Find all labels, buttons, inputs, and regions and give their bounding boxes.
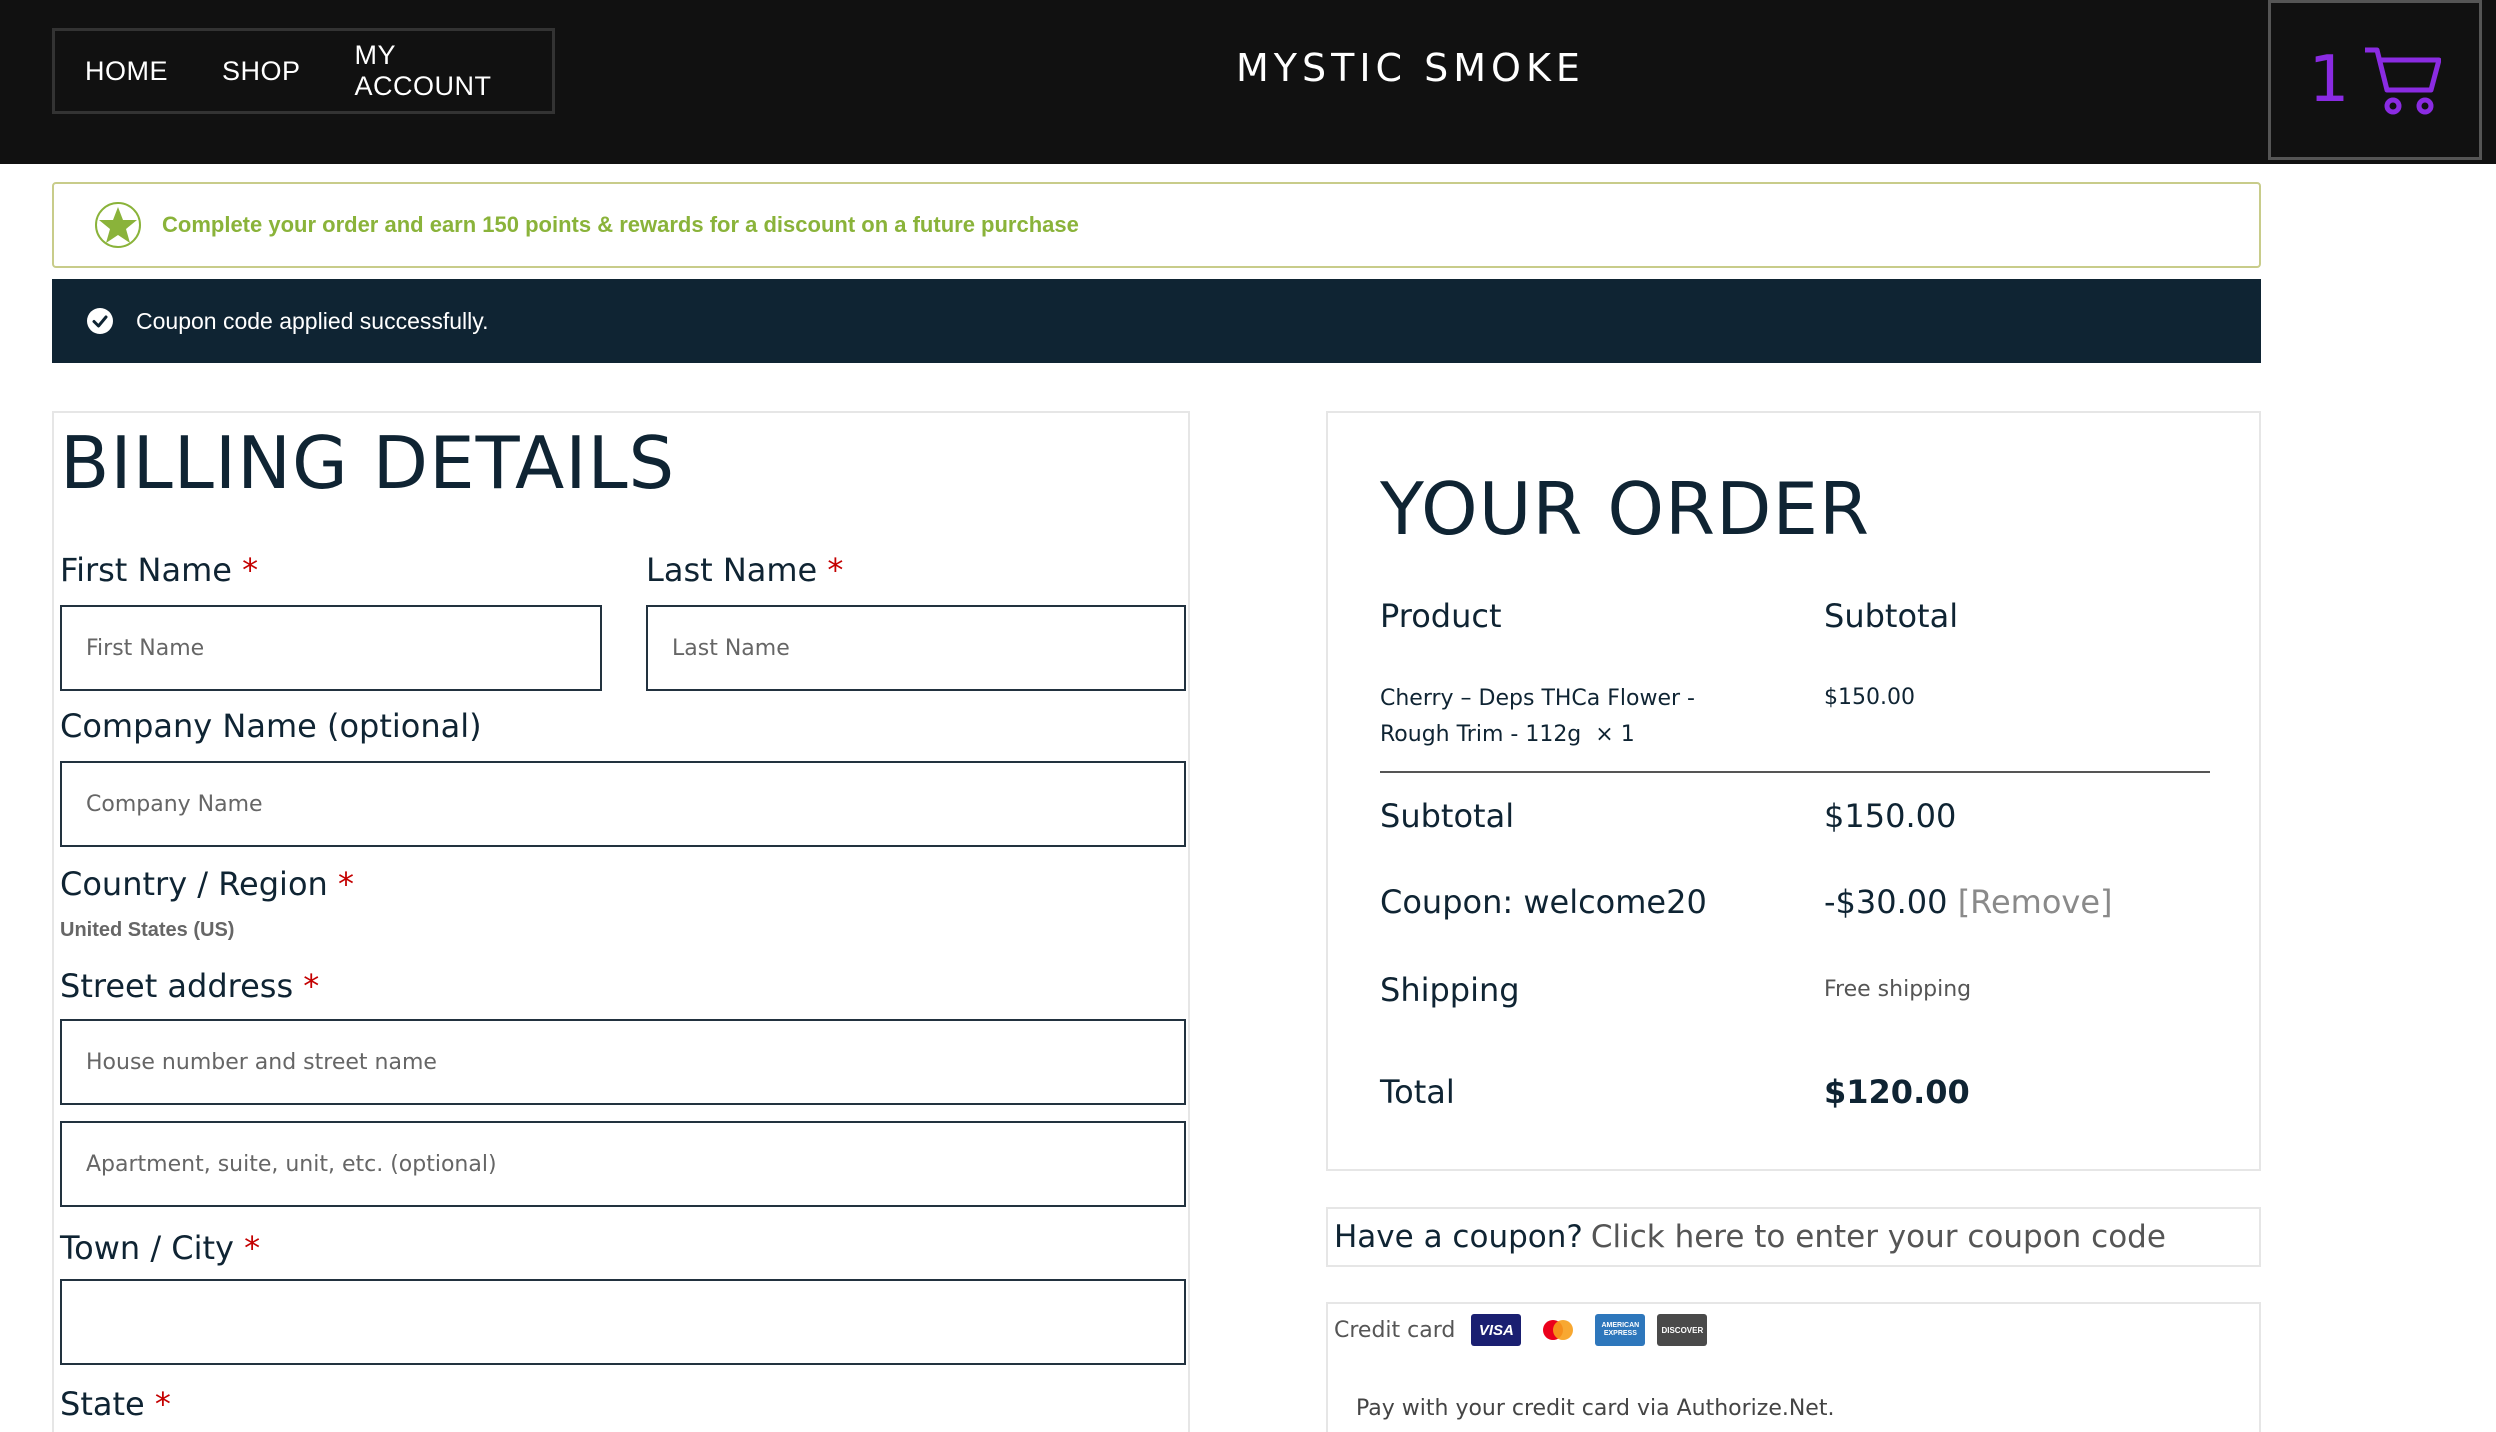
nav-home-link[interactable]: HOME [85,56,168,87]
billing-details-panel: BILLING DETAILS First Name * Last Name *… [52,411,1190,1432]
enter-coupon-link[interactable]: Click here to enter your coupon code [1591,1219,2166,1255]
shipping-value: Free shipping [1824,977,1972,1002]
main-nav: HOME SHOP MY ACCOUNT [52,28,555,114]
star-badge-icon [95,202,141,248]
town-city-label: Town / City * [60,1229,261,1267]
check-circle-icon [87,308,113,334]
street-address-input[interactable] [60,1019,1186,1105]
first-name-input[interactable] [60,605,602,691]
discover-icon: DISCOVER [1657,1314,1708,1346]
payment-description: Pay with your credit card via Authorize.… [1356,1396,1835,1421]
first-name-label: First Name * [60,551,259,589]
nav-shop-link[interactable]: SHOP [222,56,301,87]
coupon-success-text: Coupon code applied successfully. [136,307,489,334]
mastercard-icon [1533,1314,1584,1346]
subtotal-value: $150.00 [1824,797,1957,835]
cart-count: 1 [2308,43,2350,117]
rewards-notice: Complete your order and earn 150 points … [52,182,2261,268]
coupon-value: -$30.00 [Remove] [1824,883,2113,921]
subtotal-label: Subtotal [1380,797,1515,835]
remove-coupon-link[interactable]: [Remove] [1958,883,2113,921]
company-name-input[interactable] [60,761,1186,847]
street-address-label: Street address * [60,967,320,1005]
coupon-toggle: Have a coupon? Click here to enter your … [1326,1207,2261,1267]
credit-card-option[interactable]: Credit card VISA AMERICAN EXPRESS DISCOV… [1334,1314,1708,1346]
amex-icon: AMERICAN EXPRESS [1595,1314,1646,1346]
country-label: Country / Region * [60,865,354,903]
apartment-input[interactable] [60,1121,1186,1207]
coupon-question: Have a coupon? [1334,1219,1583,1255]
col-product-header: Product [1380,597,1502,635]
billing-title: BILLING DETAILS [60,421,676,505]
payment-panel: Credit card VISA AMERICAN EXPRESS DISCOV… [1326,1302,2261,1432]
cart-icon [2365,47,2442,115]
state-label: State * [60,1385,171,1423]
order-summary-panel: YOUR ORDER Product Subtotal Cherry – Dep… [1326,411,2261,1171]
nav-my-account-link[interactable]: MY ACCOUNT [355,40,498,102]
rewards-text: Complete your order and earn 150 points … [162,212,1079,237]
shipping-label: Shipping [1380,971,1520,1009]
total-label: Total [1380,1073,1455,1111]
last-name-input[interactable] [646,605,1186,691]
company-name-label: Company Name (optional) [60,707,482,745]
coupon-success-notice: Coupon code applied successfully. [52,279,2261,363]
site-header: HOME SHOP MY ACCOUNT MYSTIC SMOKE 1 [0,0,2496,164]
site-logo[interactable]: MYSTIC SMOKE [1236,46,1585,90]
col-subtotal-header: Subtotal [1824,597,1959,635]
last-name-label: Last Name * [646,551,844,589]
order-title: YOUR ORDER [1380,467,1870,551]
order-item-name: Cherry – Deps THCa Flower - Rough Trim -… [1380,686,1695,747]
order-item-qty: × 1 [1595,722,1635,747]
total-value: $120.00 [1824,1073,1970,1111]
order-divider [1380,771,2210,773]
country-value: United States (US) [60,919,235,941]
cart-button[interactable]: 1 [2268,0,2482,160]
coupon-label: Coupon: welcome20 [1380,883,1707,921]
credit-card-label: Credit card [1334,1317,1456,1343]
town-city-input[interactable] [60,1279,1186,1365]
visa-icon: VISA [1471,1314,1522,1346]
order-item-price: $150.00 [1824,685,1915,710]
